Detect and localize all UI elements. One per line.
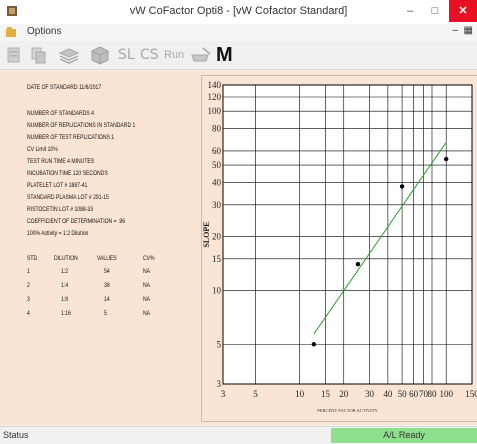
test-run-time: TEST RUN TIME 4 MINUTES: [27, 158, 95, 165]
mdi-window-controls[interactable]: – ▦: [452, 25, 473, 36]
table-cell: NA: [143, 268, 151, 275]
table-cell: 1:4: [61, 282, 69, 289]
ready-indicator: A/L Ready: [331, 428, 477, 443]
x-tick-label: 10: [295, 389, 305, 399]
x-tick-label: 60: [409, 389, 419, 399]
incubation-time: INCUBATION TIME 120 SECONDS: [27, 170, 108, 177]
table-cell: 1:8: [61, 296, 69, 303]
table-cell: 54: [104, 268, 110, 275]
options-menu-icon: [6, 27, 16, 37]
stack-icon[interactable]: [58, 45, 80, 65]
replications-in-standard: NUMBER OF REPLICATIONS IN STANDARD 1: [27, 122, 136, 129]
table-header: VALUES: [97, 255, 117, 262]
x-tick-label: 20: [339, 389, 349, 399]
run-button[interactable]: Run: [164, 45, 184, 65]
toolbar: SL CS Run M: [0, 41, 477, 70]
open-icon[interactable]: [6, 45, 22, 65]
table-cell: 1:2: [61, 268, 69, 275]
chart-panel: 3 5 10 15 20 30 40 50 60 70 80 100 150 3 5 10 15 20 30 40 50…: [201, 75, 477, 422]
x-tick-label: 50: [398, 389, 408, 399]
y-tick-label: 120: [208, 92, 222, 102]
y-axis-label: SLOPE: [202, 221, 211, 247]
y-tick-label: 140: [208, 80, 222, 90]
table-cell: 5: [104, 310, 107, 317]
maximize-button[interactable]: □: [423, 0, 447, 22]
x-tick-label: 40: [383, 389, 393, 399]
table-cell: 3: [27, 296, 30, 303]
coefficient-of-determination: COEFFICIENT OF DETERMINATION = .96: [27, 218, 126, 225]
y-tick-label: 20: [212, 231, 222, 241]
standard-date: DATE OF STANDARD 11/6/2017: [27, 84, 102, 91]
table-header: DILUTION: [54, 255, 78, 262]
table-cell: NA: [143, 282, 151, 289]
y-tick-label: 10: [212, 285, 222, 295]
test-replications: NUMBER OF TEST REPLICATIONS 1: [27, 134, 115, 141]
data-point: [443, 156, 449, 162]
close-button[interactable]: ✕: [449, 0, 477, 22]
menu-bar: Options – ▦: [0, 24, 477, 41]
y-tick-label: 5: [217, 339, 222, 349]
platelet-lot: PLATELET LOT # 1887-41: [27, 182, 88, 189]
reagent-icon[interactable]: [88, 45, 110, 65]
status-text: Status: [3, 430, 29, 440]
table-cell: 38: [104, 282, 110, 289]
x-tick-label: 5: [253, 389, 258, 399]
x-axis-label: PERCENT FACTOR ACTIVITY: [317, 408, 378, 413]
sl-button[interactable]: SL: [118, 45, 135, 65]
stir-icon[interactable]: [190, 45, 212, 65]
table-cell: NA: [143, 310, 151, 317]
y-tick-label: 30: [212, 200, 222, 210]
table-header: CV%: [143, 255, 155, 262]
data-point: [399, 184, 405, 189]
y-tick-label: 15: [212, 254, 222, 264]
y-tick-label: 40: [212, 177, 222, 187]
y-tick-label: 80: [212, 124, 222, 134]
y-tick-label: 60: [212, 146, 222, 156]
standard-curve-chart: 3 5 10 15 20 30 40 50 60 70 80 100 15035101520304050…: [202, 80, 477, 413]
table-cell: 2: [27, 282, 30, 289]
status-bar: Status A/L Ready: [0, 426, 477, 444]
minimize-button[interactable]: –: [398, 0, 422, 22]
data-point: [311, 342, 317, 347]
y-tick-label: 100: [208, 106, 222, 116]
cv-limit: CV Limit 10%: [27, 146, 58, 153]
table-cell: 1: [27, 268, 30, 275]
cs-button[interactable]: CS: [140, 45, 159, 65]
y-tick-label: 50: [212, 160, 222, 170]
title-bar: vW CoFactor Opti8 - [vW Cofactor Standar…: [0, 0, 477, 25]
table-header: STD: [27, 255, 38, 262]
number-of-standards: NUMBER OF STANDARDS 4: [27, 110, 95, 117]
x-tick-label: 80: [427, 389, 437, 399]
menu-options[interactable]: Options: [27, 26, 61, 37]
x-tick-label: 100: [439, 389, 453, 399]
x-tick-label: 30: [365, 389, 375, 399]
plasma-lot: STANDARD PLASMA LOT # 291-15: [27, 194, 109, 201]
ristocetin-lot: RISTOCETIN LOT # 1088-33: [27, 206, 94, 213]
y-tick-label: 3: [217, 379, 222, 389]
table-cell: 4: [27, 310, 30, 317]
table-cell: 14: [104, 296, 110, 303]
x-tick-label: 3: [221, 389, 226, 399]
table-cell: NA: [143, 296, 151, 303]
x-tick-label: 150: [465, 389, 477, 399]
data-point: [355, 261, 361, 267]
m-button[interactable]: M: [216, 45, 233, 65]
activity-dilution: 100% Activity = 1:2 Dilution: [27, 230, 89, 237]
x-tick-label: 15: [321, 389, 331, 399]
copy-icon[interactable]: [30, 45, 48, 65]
table-cell: 1:16: [61, 310, 71, 317]
plot-area: [222, 84, 473, 385]
